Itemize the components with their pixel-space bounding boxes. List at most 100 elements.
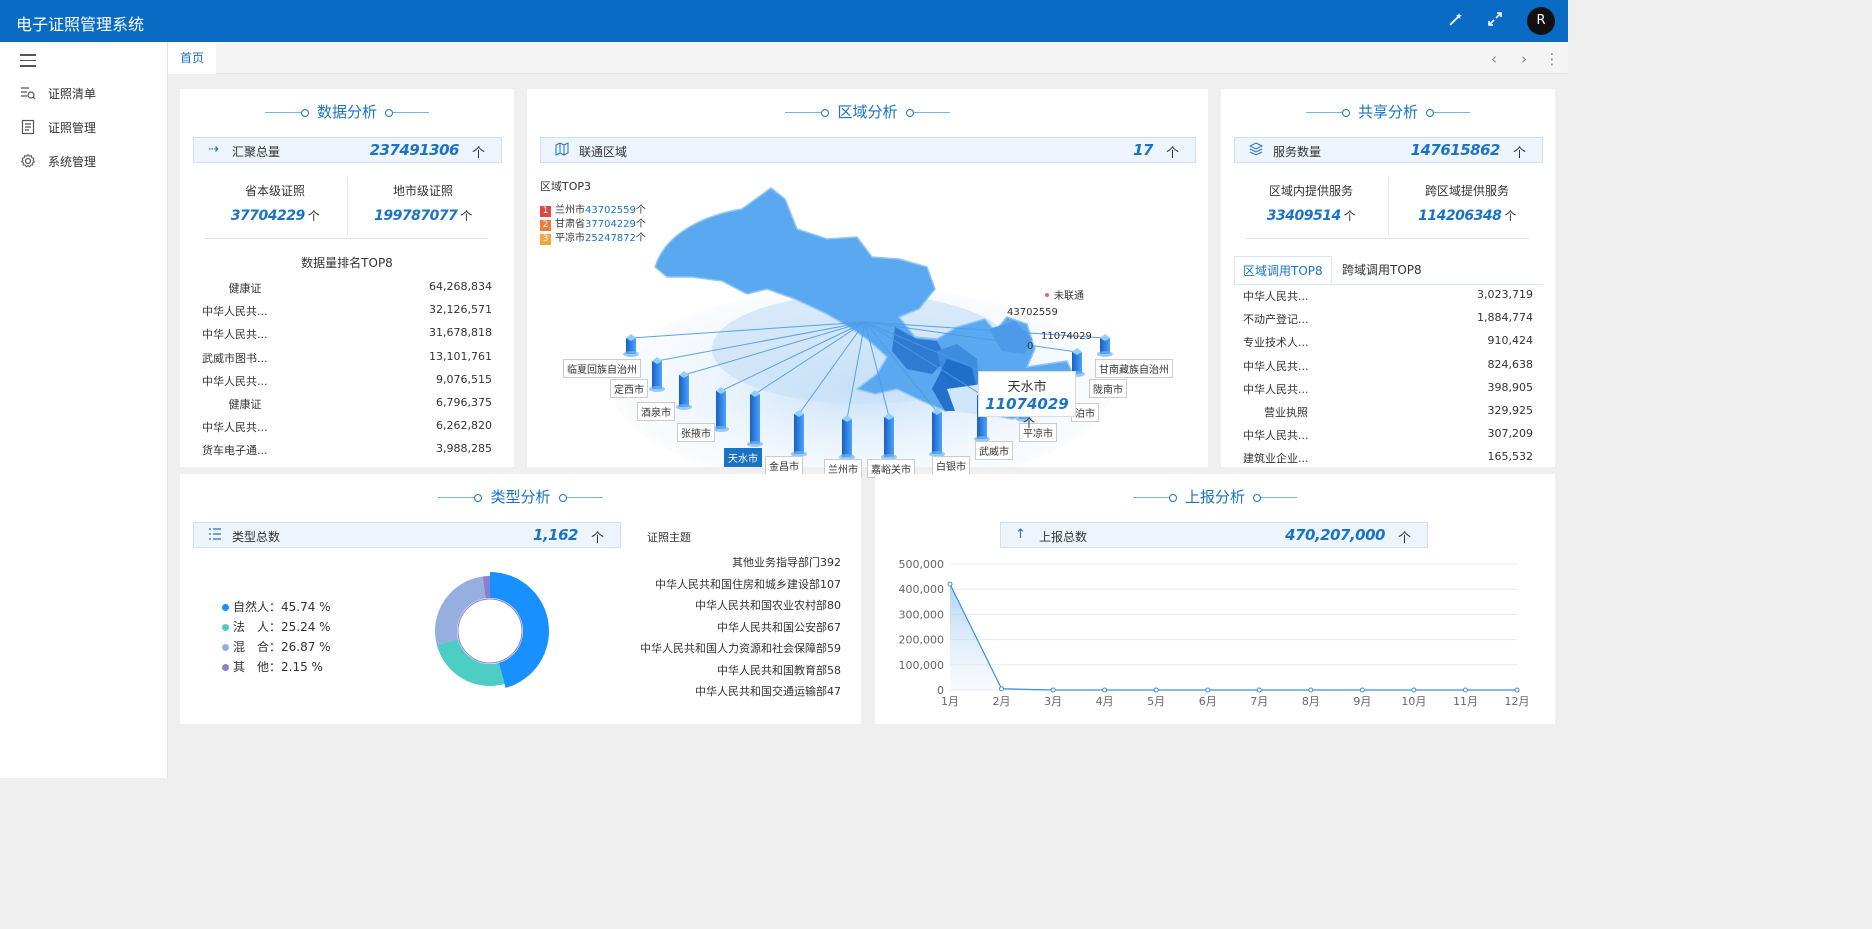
rank-row: 中华人民共... 6,262,820 xyxy=(202,419,492,437)
subject-row: 其他业务指导部门392 xyxy=(732,554,841,570)
data-point xyxy=(1359,687,1365,693)
rank-name: 建筑业企业... xyxy=(1243,452,1309,466)
rank-name: 中华人民共... xyxy=(202,328,268,342)
unit-label: 个 xyxy=(460,209,472,223)
subject-value: 58 xyxy=(827,663,841,677)
legend-label: 混 合：26.87 % xyxy=(233,640,331,654)
legend-dot xyxy=(222,624,229,631)
sidebar-item-label: 证照管理 xyxy=(48,121,97,135)
legend-dot xyxy=(222,604,229,611)
x-tick-label: 10月 xyxy=(1401,695,1426,708)
legend-item: 其 他：2.15 % xyxy=(222,658,323,675)
x-tick-label: 6月 xyxy=(1199,695,1217,708)
summary-bar: ⇢ 汇聚总量 237491306 个 xyxy=(193,137,502,163)
summary-label: 类型总数 xyxy=(232,530,281,544)
city-label[interactable]: 陇南市 xyxy=(1089,379,1127,398)
map-value-label: 0 xyxy=(1027,341,1033,352)
data-point xyxy=(1514,687,1520,693)
unit-label: 个 xyxy=(471,146,485,161)
avatar[interactable]: R xyxy=(1527,7,1555,35)
unit-label: 个 xyxy=(307,209,320,223)
rank-row: 中华人民共... 824,638 xyxy=(1243,358,1533,376)
city-label[interactable]: 酒泉市 xyxy=(637,402,675,421)
y-tick-label: 400,000 xyxy=(899,583,945,596)
legend-item: 混 合：26.87 % xyxy=(222,638,331,655)
city-label[interactable]: 天水市 xyxy=(724,448,762,467)
city-label[interactable]: 临夏回族自治州 xyxy=(563,359,641,378)
rank-row: 中华人民共... 31,678,818 xyxy=(202,326,492,344)
menu-toggle-icon[interactable] xyxy=(20,54,36,67)
summary-value: 1,162 xyxy=(533,526,578,544)
more-vertical-icon[interactable]: ⋮ xyxy=(1544,50,1560,68)
stat-label: 省本级证照 xyxy=(244,184,305,198)
subject-name: 其他业务指导部门 xyxy=(732,556,820,569)
tab-home[interactable]: 首页 xyxy=(168,42,216,74)
unit-label: 个 xyxy=(1512,146,1526,161)
x-tick-label: 12月 xyxy=(1505,695,1530,708)
sidebar-item-certificate-list[interactable]: 证照清单 xyxy=(0,78,168,108)
legend-item: 法 人：25.24 % xyxy=(222,618,331,635)
card-title: 上报分析 xyxy=(875,486,1555,507)
sidebar-item-system-management[interactable]: 系统管理 xyxy=(0,146,168,176)
legend-label: 自然人：45.74 % xyxy=(233,600,331,614)
stat-value: 199787077 xyxy=(374,208,458,224)
rank-value: 6,796,375 xyxy=(436,396,492,409)
subject-row: 中华人民共和国教育部58 xyxy=(717,662,841,678)
rank-value: 31,678,818 xyxy=(429,326,492,340)
data-point xyxy=(1308,687,1314,693)
sidebar-item-label: 系统管理 xyxy=(48,155,97,169)
chevron-right-icon[interactable]: › xyxy=(1516,50,1532,68)
sidebar: 证照清单 证照管理 系统管理 xyxy=(0,42,168,778)
stat-label: 区域内提供服务 xyxy=(1268,184,1353,198)
city-label[interactable]: 定西市 xyxy=(610,379,648,398)
summary-value: 470,207,000 xyxy=(1285,526,1385,544)
data-point xyxy=(1256,687,1262,693)
sidebar-item-label: 证照清单 xyxy=(48,87,97,101)
tooltip-value: 11074029 xyxy=(985,395,1069,413)
rank-row: 建筑业企业... 165,532 xyxy=(1243,450,1533,468)
y-tick-label: 100,000 xyxy=(899,659,945,672)
city-label[interactable]: 甘南藏族自治州 xyxy=(1095,359,1173,378)
rank-row: 中华人民共... 9,076,515 xyxy=(202,373,492,391)
chevron-left-icon[interactable]: ‹ xyxy=(1486,50,1502,68)
subject-title: 证照主题 xyxy=(647,531,691,544)
subject-value: 80 xyxy=(827,599,841,612)
rank-name: 不动产登记... xyxy=(1243,313,1309,327)
legend-label: 其 他：2.15 % xyxy=(233,660,323,674)
rank-row: 专业技术人... 910,424 xyxy=(1243,334,1533,352)
fullscreen-icon[interactable] xyxy=(1485,11,1505,31)
gear-icon xyxy=(20,153,36,169)
tab-cross-top8[interactable]: 跨域调用TOP8 xyxy=(1334,256,1430,284)
rank-value: 3,988,285 xyxy=(436,442,492,456)
legend-dot xyxy=(222,644,229,651)
y-tick-label: 500,000 xyxy=(899,558,945,571)
rank-value: 13,101,761 xyxy=(429,349,492,363)
data-point xyxy=(1462,687,1468,693)
summary-bar: 服务数量 147615862 个 xyxy=(1234,137,1543,163)
city-label[interactable]: 武威市 xyxy=(975,441,1013,460)
provincial-stat: 省本级证照 37704229 个 xyxy=(200,182,350,224)
rank-name: 专业技术人... xyxy=(1243,336,1309,350)
rank-row: 营业执照 329,925 xyxy=(1243,404,1533,422)
data-point xyxy=(1102,687,1108,693)
rank-name: 中华人民共... xyxy=(1243,359,1309,373)
unit-label: 个 xyxy=(1343,209,1356,223)
summary-value: 237491306 xyxy=(369,141,460,159)
x-tick-label: 1月 xyxy=(941,695,959,708)
y-tick-label: 200,000 xyxy=(899,634,945,647)
city-label[interactable]: 白银市 xyxy=(932,456,970,475)
magic-wand-icon[interactable] xyxy=(1446,11,1466,31)
card-title: 共享分析 xyxy=(1221,101,1555,122)
unit-label: 个 xyxy=(590,531,604,546)
rank-name: 中华人民共... xyxy=(1243,382,1309,396)
subject-row: 中华人民共和国人力资源和社会保障部59 xyxy=(640,640,841,656)
sidebar-item-certificate-management[interactable]: 证照管理 xyxy=(0,112,168,142)
rank-value: 6,262,820 xyxy=(436,419,492,433)
city-label[interactable]: 金昌市 xyxy=(765,456,803,475)
tab-region-top8[interactable]: 区域调用TOP8 xyxy=(1234,256,1332,284)
stat-label: 地市级证照 xyxy=(392,184,453,198)
subject-value: 67 xyxy=(827,620,841,634)
card-title: 数据分析 xyxy=(180,101,514,122)
legend-item: 自然人：45.74 % xyxy=(222,598,331,615)
city-label[interactable]: 张掖市 xyxy=(677,423,715,442)
